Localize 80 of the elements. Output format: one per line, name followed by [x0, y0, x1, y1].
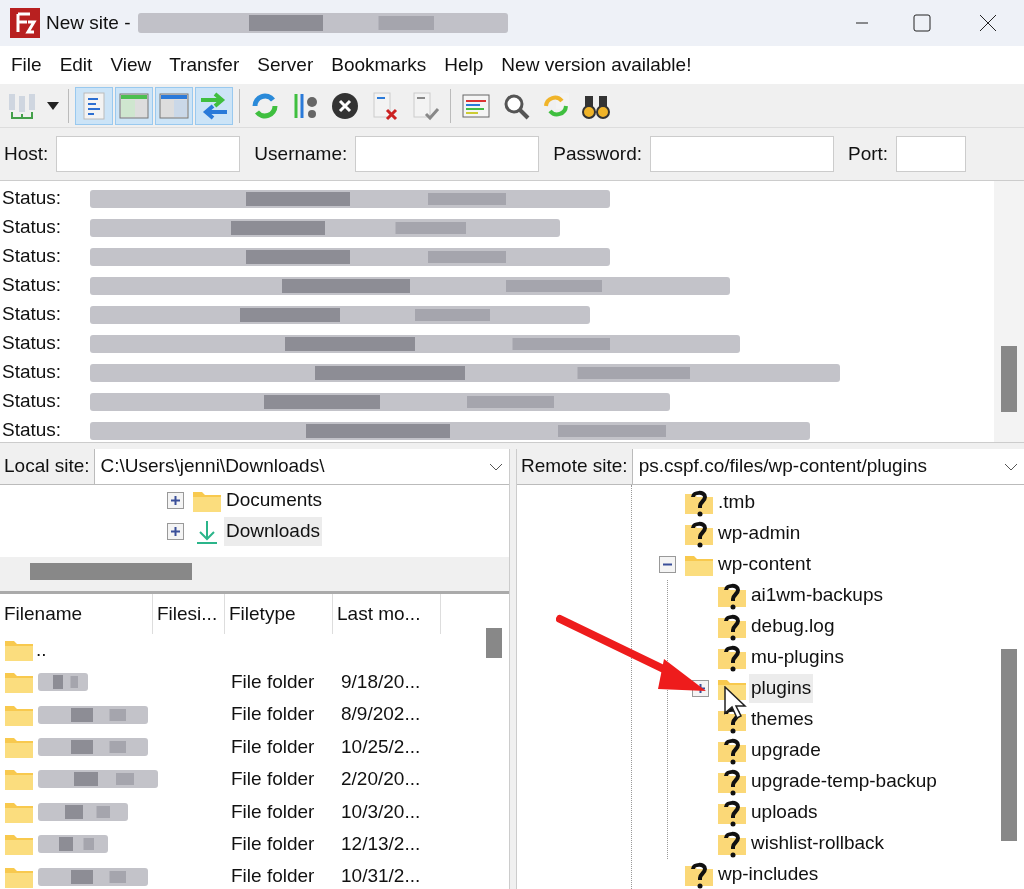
path-dropdown[interactable]: C:\Users\jenni\Downloads\ — [94, 449, 509, 484]
tree-item[interactable]: themes — [749, 705, 816, 734]
menu-item[interactable]: View — [101, 50, 161, 80]
menu-item[interactable]: File — [2, 50, 51, 80]
log-label: Status: — [1, 418, 63, 443]
collapse-icon[interactable] — [658, 556, 676, 573]
log-label: Status: — [1, 273, 63, 298]
folder-icon — [4, 670, 34, 695]
menu-item[interactable]: Transfer — [160, 50, 249, 80]
scrollbar-thumb[interactable] — [486, 628, 502, 658]
mouse-cursor-icon — [724, 686, 748, 720]
table-cell-text: File folder — [230, 734, 316, 759]
log-label: Status: — [1, 302, 63, 327]
blurred-text — [38, 835, 108, 854]
scrollbar-thumb[interactable] — [1001, 346, 1017, 412]
folder-icon — [4, 832, 34, 857]
menu-item[interactable]: Bookmarks — [322, 50, 436, 80]
input-field[interactable] — [650, 136, 834, 172]
field-label: Password: — [553, 141, 642, 166]
tree-item[interactable]: wp-content — [716, 550, 813, 579]
tree-item[interactable]: debug.log — [749, 612, 837, 641]
tree-item[interactable]: mu-plugins — [749, 643, 846, 672]
input-field[interactable] — [896, 136, 967, 172]
column-header[interactable]: Filesi... — [153, 594, 225, 634]
table-cell-text: File folder — [230, 767, 316, 792]
blurred-text — [38, 673, 88, 692]
table-cell-text: 10/31/2... — [340, 864, 421, 889]
table-cell-text: 12/13/2... — [340, 831, 421, 856]
app-logo-icon — [10, 8, 40, 38]
table-cell-text: File folder — [230, 831, 316, 856]
tree-item[interactable]: wp-includes — [716, 860, 821, 889]
tree-item[interactable]: upgrade — [749, 736, 823, 765]
input-field[interactable] — [56, 136, 241, 172]
tree-item[interactable]: Downloads — [224, 517, 322, 546]
tree-item[interactable]: ai1wm-backups — [749, 581, 885, 610]
expand-icon[interactable] — [166, 492, 184, 509]
table-cell-text: File folder — [230, 799, 316, 824]
column-header[interactable]: Last mo... — [333, 594, 441, 634]
field-label: Host: — [4, 141, 49, 166]
table-cell-text: 8/9/202... — [340, 702, 421, 727]
log-label: Status: — [1, 215, 63, 240]
menu-item[interactable]: Edit — [50, 50, 102, 80]
caret-icon[interactable] — [46, 100, 60, 111]
window-title: New site - — [46, 10, 131, 35]
parent-folder-entry[interactable]: .. — [36, 635, 47, 665]
tree-item[interactable]: upgrade-temp-backup — [749, 767, 939, 796]
tree-item[interactable]: wp-admin — [716, 519, 803, 548]
field-label: Username: — [254, 141, 348, 166]
chevron-icon — [489, 462, 503, 471]
input-field[interactable] — [355, 136, 540, 172]
column-header[interactable]: Filetype — [225, 594, 333, 634]
tree-item[interactable]: .tmb — [716, 488, 757, 517]
column-header[interactable]: Filename — [0, 594, 153, 634]
tree-item[interactable]: wishlist-rollback — [749, 829, 887, 858]
table-cell-text: File folder — [230, 702, 316, 727]
folder-icon — [4, 638, 34, 662]
table-cell-text: 2/20/20... — [340, 767, 421, 792]
menu-item[interactable]: Help — [435, 50, 493, 80]
chevron-icon — [1004, 462, 1018, 471]
table-cell-text: File folder — [230, 669, 316, 694]
log-label: Status: — [1, 186, 63, 211]
table-cell-text: File folder — [230, 864, 316, 889]
menu-item[interactable]: Server — [248, 50, 323, 80]
log-label: Status: — [1, 389, 63, 414]
scrollbar-thumb[interactable] — [30, 562, 192, 580]
log-label: Status: — [1, 244, 63, 269]
log-label: Status: — [1, 360, 63, 385]
tree-item[interactable]: plugins — [749, 674, 814, 703]
table-cell-text: 10/25/2... — [340, 734, 421, 759]
tree-item[interactable]: Documents — [224, 486, 325, 515]
expand-icon[interactable] — [166, 523, 184, 540]
log-label: Status: — [1, 331, 63, 356]
tree-item[interactable]: uploads — [749, 798, 820, 827]
table-cell-text: 10/3/20... — [340, 799, 421, 824]
scrollbar-thumb[interactable] — [1001, 649, 1017, 841]
field-label: Port: — [848, 141, 889, 166]
folder-icon — [4, 767, 34, 792]
menu-item[interactable]: New version available! — [492, 50, 701, 80]
table-cell-text: 9/18/20... — [340, 669, 421, 694]
path-dropdown[interactable]: ps.cspf.co/files/wp-content/plugins — [632, 449, 1024, 484]
